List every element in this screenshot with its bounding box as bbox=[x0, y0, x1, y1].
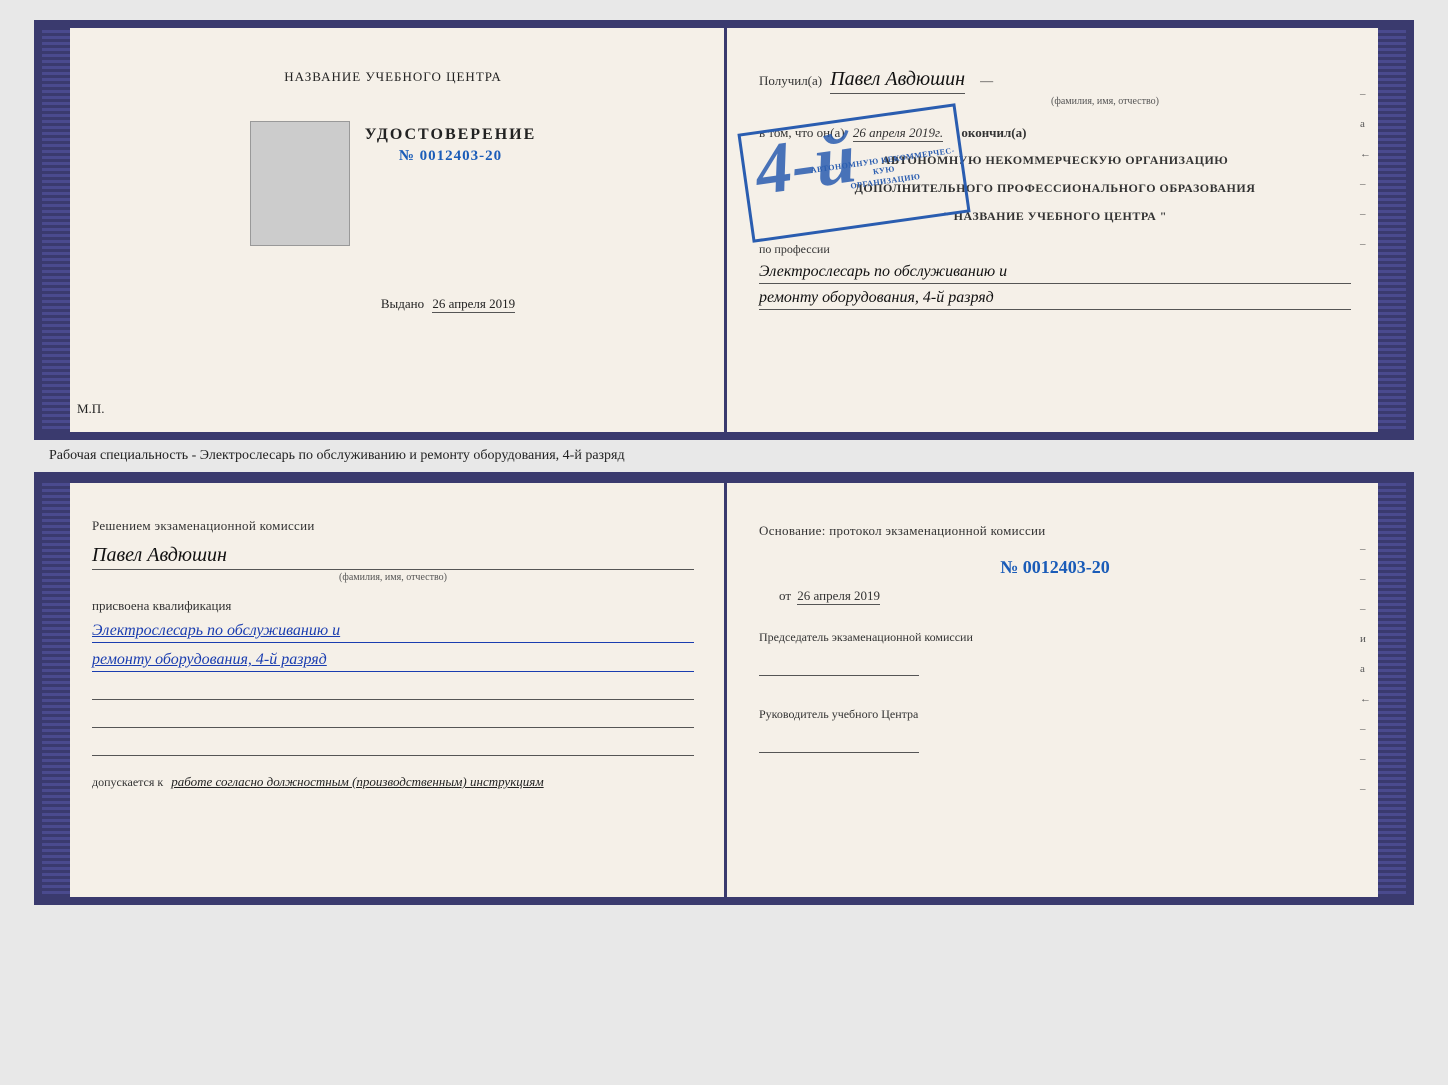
org-name: " НАЗВАНИЕ УЧЕБНОГО ЦЕНТРА " bbox=[759, 207, 1351, 225]
side-mark-b9: – bbox=[1360, 783, 1371, 795]
side-mark-b5: а bbox=[1360, 663, 1371, 675]
resolution-title: Решением экзаменационной комиссии bbox=[92, 518, 694, 534]
person-name: Павел Авдюшин bbox=[92, 544, 694, 570]
side-mark-b2: – bbox=[1360, 573, 1371, 585]
side-mark-b3: – bbox=[1360, 603, 1371, 615]
protocol-number: № 0012403-20 bbox=[759, 557, 1351, 578]
finished-text: окончил(а) bbox=[961, 125, 1026, 140]
qualification-line1: Электрослесарь по обслуживанию и bbox=[92, 622, 694, 643]
side-mark-b6: ← bbox=[1360, 693, 1371, 705]
org-line1: АВТОНОМНУЮ НЕКОММЕРЧЕСКУЮ ОРГАНИЗАЦИЮ bbox=[759, 151, 1351, 169]
side-mark-b8: – bbox=[1360, 753, 1371, 765]
spine-right bbox=[1378, 28, 1406, 432]
in-that-date: 26 апреля 2019г. bbox=[853, 125, 943, 142]
director-title: Руководитель учебного Центра bbox=[759, 706, 1351, 723]
issued-date: 26 апреля 2019 bbox=[432, 296, 515, 313]
side-mark-6: – bbox=[1360, 238, 1371, 250]
recipient-name: Павел Авдюшин bbox=[830, 68, 965, 94]
person-hint: (фамилия, имя, отчество) bbox=[92, 572, 694, 583]
protocol-date-prefix: от bbox=[779, 588, 791, 603]
blank-line-3 bbox=[92, 740, 694, 756]
mp-label: М.П. bbox=[77, 401, 104, 417]
top-right-page: Получил(а) Павел Авдюшин — (фамилия, имя… bbox=[724, 28, 1406, 432]
profession-line1: Электрослесарь по обслуживанию и bbox=[759, 263, 1351, 284]
chairman-title: Председатель экзаменационной комиссии bbox=[759, 629, 1351, 646]
in-that-text: в том, что он(а) bbox=[759, 125, 845, 140]
photo-placeholder bbox=[250, 121, 350, 246]
side-marks: – а ← – – – bbox=[1360, 88, 1371, 250]
director-block: Руководитель учебного Центра bbox=[759, 706, 1351, 753]
profession-prefix: по профессии bbox=[759, 242, 830, 256]
blank-line-1 bbox=[92, 684, 694, 700]
specialty-text: Рабочая специальность - Электрослесарь п… bbox=[49, 448, 625, 463]
director-sig-line bbox=[759, 731, 919, 753]
side-mark-b7: – bbox=[1360, 723, 1371, 735]
training-center-title: НАЗВАНИЕ УЧЕБНОГО ЦЕНТРА bbox=[284, 69, 501, 84]
допускается-value: работе согласно должностным (производств… bbox=[171, 774, 543, 789]
osnov-text: Основание: протокол экзаменационной коми… bbox=[759, 523, 1351, 539]
side-mark-4: – bbox=[1360, 178, 1371, 190]
org-line2: ДОПОЛНИТЕЛЬНОГО ПРОФЕССИОНАЛЬНОГО ОБРАЗО… bbox=[759, 179, 1351, 197]
received-prefix: Получил(а) bbox=[759, 73, 822, 89]
recipient-hint: (фамилия, имя, отчество) bbox=[859, 96, 1351, 107]
profession-line2: ремонту оборудования, 4-й разряд bbox=[759, 289, 1351, 310]
dash1: — bbox=[980, 73, 993, 89]
protocol-date: от 26 апреля 2019 bbox=[779, 588, 1351, 604]
issued-label: Выдано bbox=[381, 296, 424, 311]
top-document: НАЗВАНИЕ УЧЕБНОГО ЦЕНТРА УДОСТОВЕРЕНИЕ №… bbox=[34, 20, 1414, 440]
qualification-line2: ремонту оборудования, 4-й разряд bbox=[92, 651, 694, 672]
protocol-date-value: 26 апреля 2019 bbox=[797, 588, 880, 605]
side-mark-b4: и bbox=[1360, 633, 1371, 645]
chairman-sig-line bbox=[759, 654, 919, 676]
side-mark-1: – bbox=[1360, 88, 1371, 100]
cert-label: УДОСТОВЕРЕНИЕ bbox=[365, 126, 537, 144]
side-mark-3: ← bbox=[1360, 148, 1371, 160]
side-marks-bottom: – – – и а ← – – – bbox=[1360, 543, 1371, 795]
допускается-block: допускается к работе согласно должностны… bbox=[92, 774, 694, 790]
bottom-right-page: Основание: протокол экзаменационной коми… bbox=[724, 483, 1406, 897]
допускается-prefix: допускается к bbox=[92, 775, 163, 789]
side-mark-2: а bbox=[1360, 118, 1371, 130]
top-left-page: НАЗВАНИЕ УЧЕБНОГО ЦЕНТРА УДОСТОВЕРЕНИЕ №… bbox=[42, 28, 724, 432]
cert-number: № 0012403-20 bbox=[365, 148, 537, 165]
side-mark-5: – bbox=[1360, 208, 1371, 220]
middle-text-area: Рабочая специальность - Электрослесарь п… bbox=[34, 440, 1414, 472]
bottom-document: Решением экзаменационной комиссии Павел … bbox=[34, 475, 1414, 905]
bottom-left-page: Решением экзаменационной комиссии Павел … bbox=[42, 483, 724, 897]
qualification-label: присвоена квалификация bbox=[92, 598, 694, 614]
chairman-block: Председатель экзаменационной комиссии bbox=[759, 629, 1351, 676]
blank-line-2 bbox=[92, 712, 694, 728]
spine-right-bottom bbox=[1378, 483, 1406, 897]
side-mark-b1: – bbox=[1360, 543, 1371, 555]
